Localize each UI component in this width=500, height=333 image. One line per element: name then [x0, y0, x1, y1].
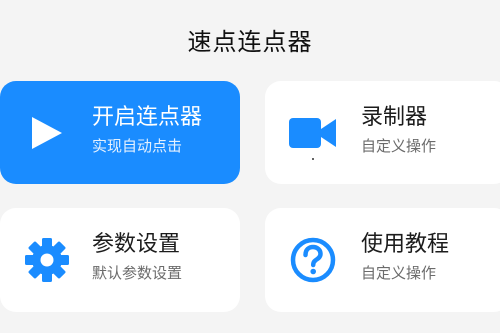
start-clicker-card[interactable]: 开启连点器 实现自动点击 — [0, 81, 240, 184]
settings-title: 参数设置 — [92, 232, 181, 257]
page-title: 速点连点器 — [187, 28, 313, 56]
video-camera-icon — [288, 81, 338, 184]
settings-card[interactable]: 参数设置 默认参数设置 — [0, 208, 240, 312]
tutorial-title: 使用教程 — [361, 232, 450, 257]
question-circle-icon — [288, 208, 338, 312]
recorder-card[interactable]: 录制器 自定义操作 — [265, 81, 500, 184]
play-icon — [22, 81, 72, 184]
stray-dot — [312, 158, 314, 160]
recorder-subtitle: 自定义操作 — [361, 137, 437, 155]
settings-subtitle: 默认参数设置 — [92, 264, 183, 282]
start-clicker-title: 开启连点器 — [92, 105, 203, 130]
recorder-title: 录制器 — [361, 105, 428, 130]
tutorial-card[interactable]: 使用教程 自定义操作 — [265, 208, 500, 312]
gear-icon — [22, 208, 72, 312]
tutorial-subtitle: 自定义操作 — [361, 264, 437, 282]
start-clicker-subtitle: 实现自动点击 — [92, 137, 183, 155]
